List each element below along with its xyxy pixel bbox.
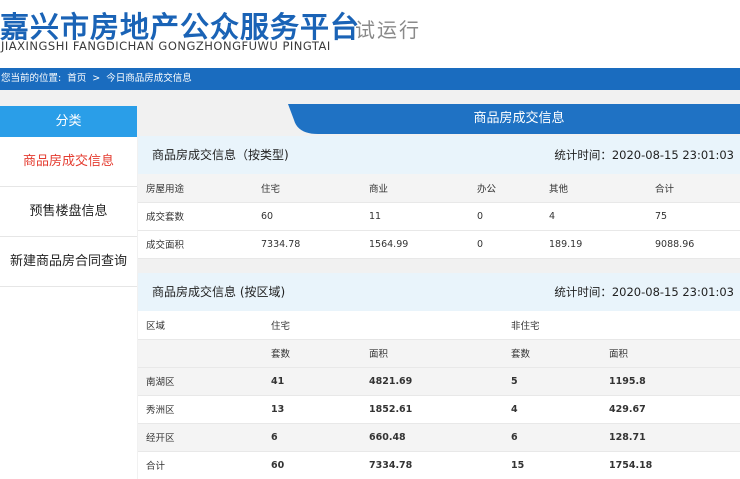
table-cell: 41 (263, 367, 361, 396)
table-cell: 7334.78 (253, 230, 361, 259)
breadcrumb: 您当前的位置: 首页 > 今日商品房成交信息 (0, 68, 740, 90)
header-cell: 套数 (263, 339, 361, 368)
table-row: 成交套数 60 11 0 4 75 (138, 202, 740, 231)
table-cell: 南湖区 (138, 367, 263, 396)
breadcrumb-current: 今日商品房成交信息 (106, 73, 192, 84)
table-cell: 5 (503, 367, 602, 396)
header-cell: 商业 (361, 174, 469, 203)
site-header: 嘉兴市房地产公众服务平台 JIAXINGSHI FANGDICHAN GONGZ… (0, 0, 740, 68)
table-cell: 成交套数 (138, 202, 253, 231)
table-cell: 60 (263, 451, 361, 479)
header-cell: 其他 (541, 174, 647, 203)
table-row: 成交面积 7334.78 1564.99 0 189.19 9088.96 (138, 230, 740, 259)
header-cell: 非住宅 (503, 311, 740, 340)
table-cell: 1852.61 (361, 395, 504, 424)
table-header-row: 房屋用途 住宅 商业 办公 其他 合计 (138, 174, 740, 203)
table-cell: 4 (541, 202, 647, 231)
table-header-row: 套数 面积 套数 面积 (138, 339, 740, 368)
table-cell: 189.19 (541, 230, 647, 259)
table-cell: 11 (361, 202, 469, 231)
header-cell: 区域 (138, 311, 263, 340)
table-cell: 合计 (138, 451, 263, 479)
panel-title: 商品房成交信息 (按区域) (152, 285, 286, 299)
table-row: 合计 60 7334.78 15 1754.18 (138, 451, 740, 479)
table-cell: 429.67 (601, 395, 740, 424)
table-cell: 9088.96 (647, 230, 740, 259)
table-cell: 经开区 (138, 423, 263, 452)
breadcrumb-separator: > (92, 73, 101, 84)
table-cell: 6 (503, 423, 602, 452)
header-cell: 住宅 (263, 311, 504, 340)
table-cell: 7334.78 (361, 451, 504, 479)
table-cell: 0 (469, 202, 541, 231)
table-cell: 128.71 (601, 423, 740, 452)
type-table: 房屋用途 住宅 商业 办公 其他 合计 成交套数 60 11 0 4 75 成交… (138, 174, 740, 259)
sidebar-title: 分类 (0, 106, 137, 137)
sidebar-item-deal-info[interactable]: 商品房成交信息 (0, 137, 137, 187)
tab-deal-info[interactable]: 商品房成交信息 (288, 104, 740, 134)
header-cell: 套数 (503, 339, 602, 368)
trial-label: 试运行 (355, 18, 421, 42)
panel-header: 商品房成交信息 (按区域) 统计时间：2020-08-15 23:01:03 (138, 273, 740, 311)
panel-title: 商品房成交信息（按类型) (152, 148, 289, 162)
table-cell: 6 (263, 423, 361, 452)
stat-time: 统计时间：2020-08-15 23:01:03 (554, 148, 734, 162)
table-cell: 0 (469, 230, 541, 259)
table-cell: 4 (503, 395, 602, 424)
page: 嘉兴市房地产公众服务平台 JIAXINGSHI FANGDICHAN GONGZ… (0, 0, 740, 479)
table-cell: 60 (253, 202, 361, 231)
header-cell: 房屋用途 (138, 174, 253, 203)
table-cell: 15 (503, 451, 602, 479)
main-content: 商品房成交信息 商品房成交信息（按类型) 统计时间：2020-08-15 23:… (138, 104, 740, 479)
table-header-row: 区域 住宅 非住宅 (138, 311, 740, 340)
table-cell: 1754.18 (601, 451, 740, 479)
table-cell: 13 (263, 395, 361, 424)
header-cell: 面积 (601, 339, 740, 368)
header-cell: 合计 (647, 174, 740, 203)
table-cell: 成交面积 (138, 230, 253, 259)
header-cell: 面积 (361, 339, 504, 368)
sidebar-item-contract-query[interactable]: 新建商品房合同查询 (0, 237, 137, 287)
table-cell: 1564.99 (361, 230, 469, 259)
panel-header: 商品房成交信息（按类型) 统计时间：2020-08-15 23:01:03 (138, 136, 740, 174)
site-logo-subtitle: JIAXINGSHI FANGDICHAN GONGZHONGFUWU PING… (1, 39, 331, 53)
panel-by-type: 商品房成交信息（按类型) 统计时间：2020-08-15 23:01:03 房屋… (138, 136, 740, 259)
sidebar-item-presale[interactable]: 预售楼盘信息 (0, 187, 137, 237)
header-cell (138, 339, 263, 368)
panel-by-region: 商品房成交信息 (按区域) 统计时间：2020-08-15 23:01:03 区… (138, 273, 740, 479)
stat-time: 统计时间：2020-08-15 23:01:03 (554, 285, 734, 299)
header-cell: 住宅 (253, 174, 361, 203)
table-row: 秀洲区 13 1852.61 4 429.67 (138, 395, 740, 424)
breadcrumb-home-link[interactable]: 首页 (67, 68, 86, 90)
header-cell: 办公 (469, 174, 541, 203)
breadcrumb-prefix: 您当前的位置: (1, 73, 62, 84)
table-cell: 75 (647, 202, 740, 231)
region-table: 区域 住宅 非住宅 套数 面积 套数 面积 南湖区 41 4821.69 5 1… (138, 311, 740, 479)
table-cell: 660.48 (361, 423, 504, 452)
table-row: 南湖区 41 4821.69 5 1195.8 (138, 367, 740, 396)
sidebar: 分类 商品房成交信息 预售楼盘信息 新建商品房合同查询 (0, 106, 137, 479)
table-cell: 4821.69 (361, 367, 504, 396)
table-cell: 1195.8 (601, 367, 740, 396)
table-row: 经开区 6 660.48 6 128.71 (138, 423, 740, 452)
table-cell: 秀洲区 (138, 395, 263, 424)
